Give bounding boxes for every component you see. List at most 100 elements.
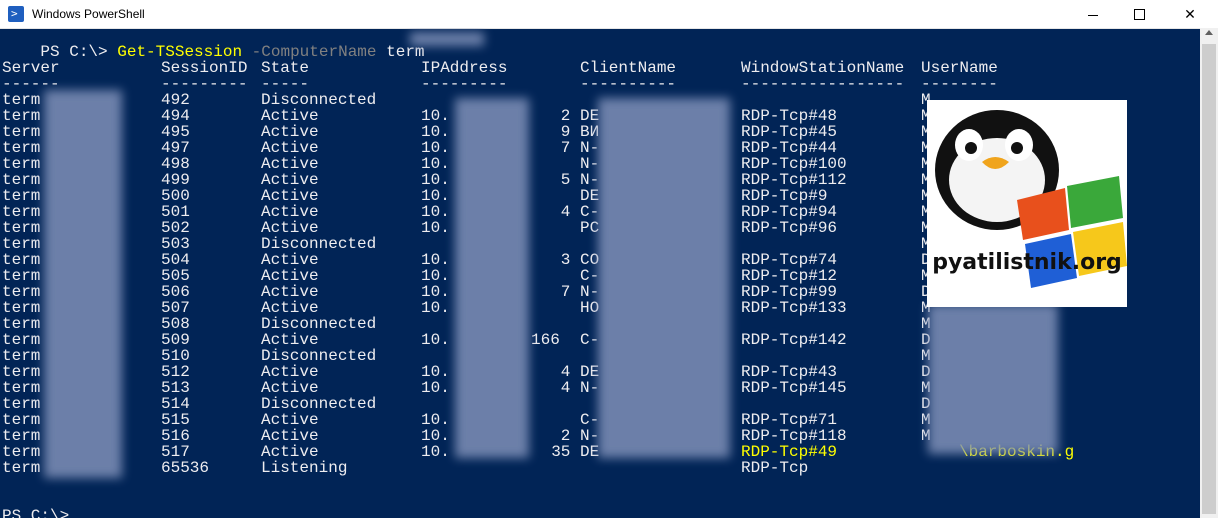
close-button[interactable]: ✕ bbox=[1162, 0, 1218, 28]
underline-state: ----- bbox=[261, 75, 310, 93]
cell-state: Disconnected bbox=[261, 91, 377, 109]
cell-ipaddress: 10. bbox=[421, 443, 450, 461]
cell-sessionid: 513 bbox=[161, 379, 190, 397]
cell-clientname: CO bbox=[580, 251, 600, 269]
cell-clientname: PC bbox=[580, 219, 600, 237]
cell-sessionid: 498 bbox=[161, 155, 190, 173]
cell-sessionid: 503 bbox=[161, 235, 190, 253]
cell-server: term bbox=[2, 267, 41, 285]
cell-sessionid: 516 bbox=[161, 427, 190, 445]
cell-ip-tail: 35 bbox=[551, 443, 571, 461]
cell-state: Active bbox=[261, 267, 319, 285]
header-windowstationname: WindowStationName bbox=[741, 59, 905, 77]
header-ipaddress: IPAddress bbox=[421, 59, 508, 77]
cell-sessionid: 515 bbox=[161, 411, 190, 429]
cell-ip-tail: 7 bbox=[560, 139, 571, 157]
blur-computername bbox=[410, 32, 484, 46]
cell-state: Active bbox=[261, 427, 319, 445]
cell-ip-tail: 4 bbox=[560, 203, 571, 221]
minimize-icon bbox=[1088, 14, 1098, 16]
cell-ip-tail: 4 bbox=[560, 379, 571, 397]
cell-ipaddress: 10. bbox=[421, 283, 450, 301]
cell-sessionid: 517 bbox=[161, 443, 190, 461]
cell-state: Active bbox=[261, 331, 319, 349]
cell-windowstationname: RDP-Tcp#118 bbox=[741, 427, 847, 445]
cell-ip-tail: 5 bbox=[560, 171, 571, 189]
cell-clientname: DE bbox=[580, 107, 600, 125]
pyatilistnik-logo: pyatilistnik.org bbox=[927, 100, 1127, 307]
scroll-up-icon[interactable] bbox=[1205, 30, 1213, 35]
cell-clientname: N- bbox=[580, 155, 600, 173]
cell-sessionid: 501 bbox=[161, 203, 190, 221]
maximize-button[interactable] bbox=[1116, 0, 1162, 28]
cell-server: term bbox=[2, 139, 41, 157]
underline-username: -------- bbox=[921, 75, 998, 93]
cell-state: Disconnected bbox=[261, 395, 377, 413]
cell-sessionid: 492 bbox=[161, 91, 190, 109]
cell-sessionid: 65536 bbox=[161, 459, 210, 477]
cell-windowstationname: RDP-Tcp#133 bbox=[741, 299, 847, 317]
cell-windowstationname: RDP-Tcp#99 bbox=[741, 283, 838, 301]
underline-row: ------ --------- ----- --------- -------… bbox=[2, 76, 1102, 92]
powershell-icon: > bbox=[8, 6, 24, 22]
penguin-windows-logo bbox=[935, 110, 1127, 288]
cell-sessionid: 497 bbox=[161, 139, 190, 157]
cell-server: term bbox=[2, 315, 41, 333]
header-state: State bbox=[261, 59, 310, 77]
cell-sessionid: 495 bbox=[161, 123, 190, 141]
cell-sessionid: 507 bbox=[161, 299, 190, 317]
minimize-button[interactable] bbox=[1070, 0, 1116, 28]
table-row: term 65536 Listening RDP-Tcp bbox=[2, 460, 1102, 476]
cell-windowstationname: RDP-Tcp#96 bbox=[741, 219, 838, 237]
cell-state: Active bbox=[261, 219, 319, 237]
cell-clientname: N- bbox=[580, 171, 600, 189]
cell-ipaddress: 10. bbox=[421, 123, 450, 141]
cell-clientname: C- bbox=[580, 267, 600, 285]
cell-sessionid: 514 bbox=[161, 395, 190, 413]
cell-state: Active bbox=[261, 139, 319, 157]
cell-clientname: DE bbox=[580, 363, 600, 381]
cell-windowstationname: RDP-Tcp#94 bbox=[741, 203, 838, 221]
cell-server: term bbox=[2, 363, 41, 381]
cell-state: Disconnected bbox=[261, 347, 377, 365]
header-server: Server bbox=[2, 59, 60, 77]
window-title: Windows PowerShell bbox=[32, 7, 145, 21]
cell-clientname: N- bbox=[580, 139, 600, 157]
cell-windowstationname: RDP-Tcp bbox=[741, 459, 809, 477]
cell-clientname: N- bbox=[580, 427, 600, 445]
cell-state: Active bbox=[261, 203, 319, 221]
cell-state: Active bbox=[261, 379, 319, 397]
cell-state: Active bbox=[261, 411, 319, 429]
cell-ip-tail: 7 bbox=[560, 283, 571, 301]
cell-ipaddress: 10. bbox=[421, 299, 450, 317]
cell-state: Active bbox=[261, 283, 319, 301]
cell-windowstationname: RDP-Tcp#49 bbox=[741, 443, 838, 461]
vertical-scrollbar[interactable] bbox=[1200, 28, 1218, 518]
cell-ipaddress: 10. bbox=[421, 187, 450, 205]
cell-server: term bbox=[2, 459, 41, 477]
cell-windowstationname: RDP-Tcp#9 bbox=[741, 187, 828, 205]
cell-sessionid: 499 bbox=[161, 171, 190, 189]
cell-ipaddress: 10. bbox=[421, 267, 450, 285]
cell-sessionid: 509 bbox=[161, 331, 190, 349]
cell-server: term bbox=[2, 235, 41, 253]
underline-ipaddress: --------- bbox=[421, 75, 508, 93]
cell-windowstationname: RDP-Tcp#44 bbox=[741, 139, 838, 157]
cell-ipaddress: 10. bbox=[421, 171, 450, 189]
blur-client-column bbox=[598, 98, 730, 458]
scroll-thumb[interactable] bbox=[1202, 44, 1216, 514]
cell-sessionid: 500 bbox=[161, 187, 190, 205]
close-icon: ✕ bbox=[1184, 5, 1196, 22]
cell-windowstationname: RDP-Tcp#142 bbox=[741, 331, 847, 349]
cell-ip-tail: 9 bbox=[560, 123, 571, 141]
cell-server: term bbox=[2, 171, 41, 189]
cell-clientname: C- bbox=[580, 411, 600, 429]
underline-windowstationname: ----------------- bbox=[741, 75, 905, 93]
cell-server: term bbox=[2, 443, 41, 461]
cell-server: term bbox=[2, 155, 41, 173]
cell-sessionid: 506 bbox=[161, 283, 190, 301]
cell-windowstationname: RDP-Tcp#74 bbox=[741, 251, 838, 269]
cell-windowstationname: RDP-Tcp#48 bbox=[741, 107, 838, 125]
maximize-icon bbox=[1133, 8, 1145, 20]
cell-sessionid: 494 bbox=[161, 107, 190, 125]
